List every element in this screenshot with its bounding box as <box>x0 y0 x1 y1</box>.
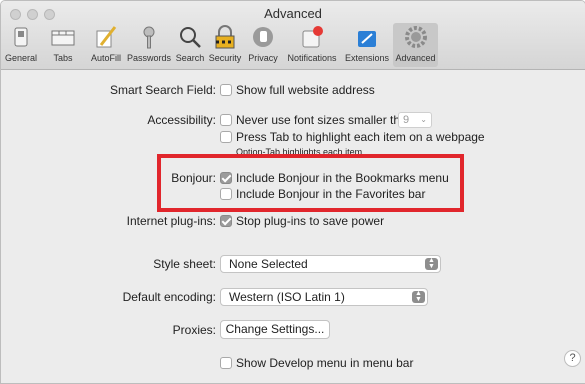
show-develop-menu-label: Show Develop menu in menu bar <box>236 356 414 370</box>
toolbar-passwords[interactable]: Passwords <box>125 23 173 67</box>
toolbar-passwords-label: Passwords <box>126 53 171 63</box>
toolbar-general-label: General <box>4 53 38 63</box>
stop-plugins-checkbox[interactable] <box>220 215 232 227</box>
puzzle-icon <box>358 31 376 47</box>
toolbar-notifications[interactable]: Notifications <box>283 23 341 67</box>
toolbar-advanced[interactable]: Advanced <box>393 23 438 67</box>
proxies-label: Proxies: <box>172 323 216 337</box>
advanced-settings-pane: Smart Search Field: Show full website ad… <box>1 70 585 383</box>
style-sheet-label: Style sheet: <box>153 257 216 271</box>
show-develop-menu-checkbox[interactable] <box>220 357 232 369</box>
min-font-size-label: Never use font sizes smaller than <box>236 113 414 127</box>
tabs-icon <box>51 30 75 46</box>
default-encoding-popup[interactable]: Western (ISO Latin 1) ▲ ▼ <box>220 288 428 306</box>
tab-highlight-checkbox[interactable] <box>220 131 232 143</box>
style-sheet-value: None Selected <box>229 257 308 271</box>
min-font-size-value: 9 <box>403 114 410 126</box>
notification-badge-icon <box>302 26 323 48</box>
popup-arrows-icon: ▲ ▼ <box>425 257 438 270</box>
chevron-down-icon: ⌄ <box>420 115 427 124</box>
smart-search-label: Smart Search Field: <box>109 83 216 97</box>
toolbar-extensions-label: Extensions <box>344 53 390 63</box>
show-full-address-label: Show full website address <box>236 83 375 97</box>
toolbar-search[interactable]: Search <box>173 23 207 67</box>
toolbar-privacy[interactable]: Privacy <box>243 23 283 67</box>
title-bar: Advanced General Tabs AutoFill Passwords… <box>1 1 585 70</box>
plugins-label: Internet plug-ins: <box>126 214 216 228</box>
toolbar-autofill-label: AutoFill <box>90 53 121 63</box>
bonjour-highlight-box <box>157 154 464 212</box>
toolbar-autofill[interactable]: AutoFill <box>86 23 126 67</box>
change-settings-button[interactable]: Change Settings... <box>220 320 330 339</box>
style-sheet-popup[interactable]: None Selected ▲ ▼ <box>220 255 441 273</box>
toolbar-tabs[interactable]: Tabs <box>42 23 84 67</box>
default-encoding-value: Western (ISO Latin 1) <box>229 290 345 304</box>
window-title: Advanced <box>264 6 322 21</box>
toolbar-search-label: Search <box>175 53 205 63</box>
default-encoding-label: Default encoding: <box>122 290 216 304</box>
min-font-size-popup[interactable]: 9 ⌄ <box>398 112 432 128</box>
accessibility-label: Accessibility: <box>147 113 216 127</box>
toolbar-security-label: Security <box>208 53 242 63</box>
preferences-window: Advanced General Tabs AutoFill Passwords… <box>0 0 585 384</box>
toolbar-privacy-label: Privacy <box>248 53 278 63</box>
toolbar-extensions[interactable]: Extensions <box>342 23 392 67</box>
padlock-icon <box>215 25 235 49</box>
toolbar-notifications-label: Notifications <box>287 53 337 63</box>
help-button[interactable]: ? <box>564 350 581 367</box>
toolbar-security[interactable]: Security <box>206 23 244 67</box>
popup-arrows-icon: ▲ ▼ <box>412 290 425 303</box>
magnifier-icon <box>180 27 201 48</box>
toolbar-tabs-label: Tabs <box>53 53 73 63</box>
min-font-size-checkbox[interactable] <box>220 114 232 126</box>
pencil-icon <box>96 26 117 48</box>
stop-plugins-label: Stop plug-ins to save power <box>236 214 385 228</box>
gear-icon <box>404 26 427 48</box>
general-switch-icon <box>14 27 28 47</box>
key-icon <box>143 26 155 49</box>
hand-icon <box>253 27 273 47</box>
toolbar-advanced-label: Advanced <box>395 53 436 63</box>
tab-highlight-label: Press Tab to highlight each item on a we… <box>236 130 485 144</box>
show-full-address-checkbox[interactable] <box>220 84 232 96</box>
toolbar-general[interactable]: General <box>1 23 41 67</box>
